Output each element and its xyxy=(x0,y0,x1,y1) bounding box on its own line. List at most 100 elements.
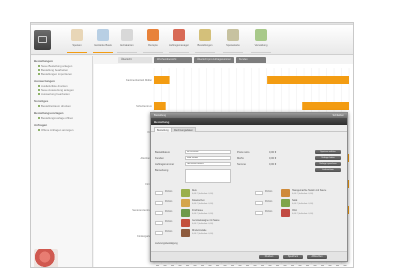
unit-label: Portion xyxy=(165,191,173,193)
sidebar-item[interactable]: Bestellzeitraum drucken xyxy=(38,104,71,108)
ribbon-accent-bar xyxy=(223,52,243,53)
quantity-input[interactable] xyxy=(155,231,163,235)
axis-tick xyxy=(231,265,234,266)
unit-label: Portion xyxy=(265,191,273,193)
order-number-input[interactable]: Schul-AB 00003 xyxy=(185,162,231,166)
ribbon-button-6[interactable]: Speisekarte xyxy=(221,28,245,54)
axis-tick xyxy=(171,265,174,266)
sidebar-item[interactable]: Auswertung bearbeiten xyxy=(38,92,70,96)
sidebar-item[interactable]: Bestellungen importieren xyxy=(38,72,72,76)
ribbon-button-1[interactable]: Getränke Basis xyxy=(91,28,115,54)
customer-select[interactable]: Kita Jonas xyxy=(185,156,231,160)
quantity-input[interactable] xyxy=(155,191,163,195)
ribbon-button-label: Rezepte xyxy=(148,44,158,47)
date-input[interactable]: 01.10.2012 xyxy=(185,150,231,154)
note-textarea[interactable] xyxy=(185,169,231,183)
axis-tick xyxy=(186,265,189,266)
tab-3[interactable]: Kunden xyxy=(236,57,266,63)
quantity-input[interactable] xyxy=(155,211,163,215)
product-price: 0,00 € (kalkuliert: 0,00) xyxy=(192,193,214,195)
ribbon-button-0[interactable]: Speisen xyxy=(65,28,89,54)
ribbon-button-3[interactable]: Rezepte xyxy=(141,28,165,54)
delivery-confirmation-label[interactable]: Lieferungsbestätigung xyxy=(155,243,178,245)
sidebar: Bestellungen Neue Bestellung anlegen Beste… xyxy=(31,56,93,267)
product-name: Salat xyxy=(292,200,298,202)
ribbon-accent-bar xyxy=(195,52,215,53)
product-image xyxy=(181,229,190,237)
item-icon xyxy=(38,105,40,108)
dialog-footer: Drucken Speichern Abbrechen xyxy=(151,251,347,261)
bar-series-1 xyxy=(302,102,349,110)
delivery-note-button[interactable]: Lieferschein xyxy=(315,168,341,172)
quantity-input[interactable] xyxy=(155,221,163,225)
ribbon-accent-bar xyxy=(67,52,87,53)
app-menu-button[interactable] xyxy=(34,30,51,50)
field-label-customer: Kunden xyxy=(155,157,164,160)
ribbon-button-5[interactable]: Bestellungen xyxy=(193,28,217,54)
ribbon-button-4[interactable]: Auftragsmanager xyxy=(167,28,191,54)
summary-value-sum: 0,00 € xyxy=(269,163,277,166)
sidebar-group-title: Sonstiges xyxy=(34,99,49,103)
axis-tick xyxy=(246,265,249,266)
ribbon-button-2[interactable]: Extrakarten xyxy=(115,28,139,54)
axis-tick xyxy=(156,265,159,266)
product-price: 0,00 € (kalkuliert: 0,00) xyxy=(192,223,214,225)
bar-series-1 xyxy=(267,76,349,84)
cancel-button[interactable]: Abbrechen xyxy=(307,255,327,259)
product-name: Rinderroulade xyxy=(192,230,207,232)
sidebar-item-label: Auswertung bearbeiten xyxy=(41,92,70,96)
dialog-header: Bestellung xyxy=(151,118,347,125)
ribbon-accent-bar xyxy=(93,52,113,53)
unit-label: Portion xyxy=(165,211,173,213)
save-button[interactable]: Speichern xyxy=(283,255,303,259)
quantity-input[interactable] xyxy=(255,191,263,195)
tab-2[interactable]: Übersicht pro Auftragsnummer xyxy=(194,57,234,63)
axis-tick xyxy=(298,265,302,266)
axis-tick xyxy=(291,265,294,266)
unit-label: Portion xyxy=(265,201,273,203)
save-template-button[interactable]: Vorlage speichern xyxy=(315,162,341,166)
axis-tick xyxy=(253,265,257,266)
menu-book-icon xyxy=(227,29,239,41)
print-button[interactable]: Drucken xyxy=(259,255,279,259)
tab-0[interactable]: Übersicht xyxy=(118,57,152,63)
product-name: Obst xyxy=(292,210,297,212)
ribbon-accent-bar xyxy=(251,52,271,53)
axis-tick xyxy=(201,265,204,266)
ribbon-button-7[interactable]: Verwaltung xyxy=(249,28,273,54)
choose-dishes-button[interactable]: Speisen wählen xyxy=(315,150,341,154)
axis-tick xyxy=(216,265,219,266)
quantity-input[interactable] xyxy=(155,201,163,205)
sidebar-item-label: Offene Anfragen anzeigen xyxy=(41,128,74,132)
unit-label: Portion xyxy=(165,221,173,223)
sidebar-item[interactable]: Offene Anfragen anzeigen xyxy=(38,128,73,132)
axis-tick xyxy=(328,265,332,266)
tab-1[interactable]: Wochenübersicht xyxy=(154,57,192,63)
product-name: Gemüselasagne mit Sauce xyxy=(192,220,220,222)
tab-order[interactable]: Bestellung xyxy=(154,127,172,132)
product-name: Früchtetee xyxy=(192,210,203,212)
quantity-input[interactable] xyxy=(255,201,263,205)
ribbon-button-label: Extrakarten xyxy=(120,44,134,47)
tab-invoice-data[interactable]: Rechnungsdaten xyxy=(171,127,196,132)
axis-tick xyxy=(283,265,287,266)
ribbon-button-label: Auftragsmanager xyxy=(169,44,189,47)
order-dialog: Bestellung Schließen Bestellung Bestellu… xyxy=(150,112,348,262)
dialog-header-title: Bestellung xyxy=(154,119,170,124)
ribbon-button-label: Getränke Basis xyxy=(94,44,112,47)
sidebar-group-title: Auswertungen xyxy=(34,79,55,83)
axis-tick xyxy=(178,265,182,266)
ribbon-accent-bar xyxy=(143,52,163,53)
tab-strip: Übersicht Wochenübersicht Übersicht pro Au… xyxy=(94,57,353,63)
summary-value-net: 0,00 € xyxy=(269,151,277,154)
dialog-close-button[interactable]: Schließen xyxy=(332,114,344,117)
item-icon xyxy=(38,129,40,132)
axis-tick xyxy=(208,265,212,266)
product-image xyxy=(181,199,190,207)
load-template-button[interactable]: Vorlage laden xyxy=(315,156,341,160)
summary-label-net: Preis netto xyxy=(237,151,250,154)
gear-icon xyxy=(255,29,267,41)
sidebar-item[interactable]: Bestellungsvorlage öffnen xyxy=(38,116,73,120)
card-icon xyxy=(121,29,133,41)
quantity-input[interactable] xyxy=(255,211,263,215)
